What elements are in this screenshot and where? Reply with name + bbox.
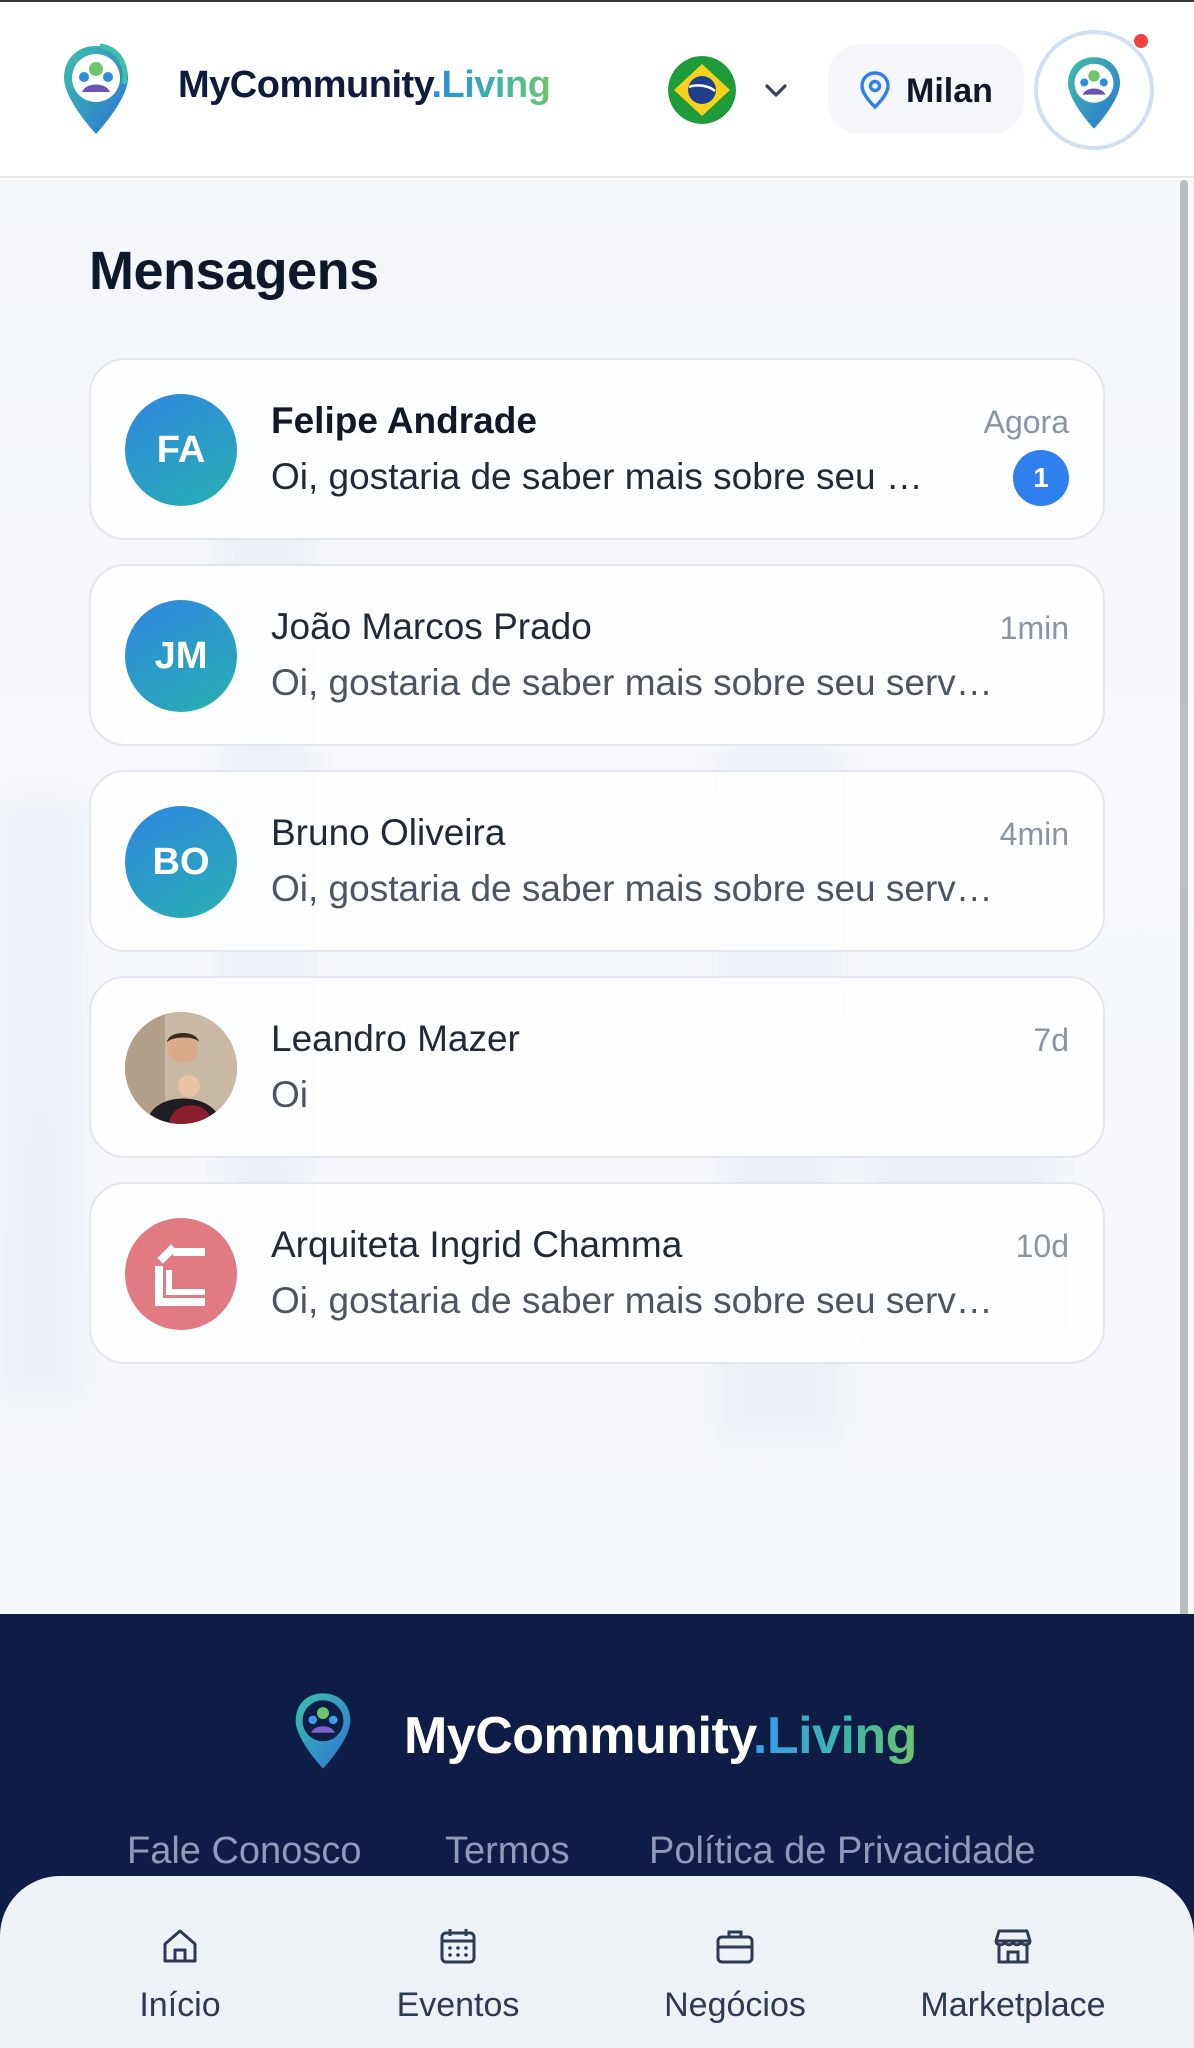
unread-badge: 1: [1013, 450, 1069, 506]
community-logo-icon[interactable]: [60, 42, 132, 138]
business-logo-icon: [155, 1244, 205, 1306]
scrollbar[interactable]: [1180, 180, 1188, 1614]
footer-brand-wordmark: MyCommunity.Living: [404, 1707, 917, 1765]
message-preview: Oi: [271, 1074, 308, 1115]
message-time: Agora: [983, 404, 1069, 440]
message-time: 1min: [999, 610, 1069, 646]
conversation-item[interactable]: Arquiteta Ingrid Chamma Oi, gostaria de …: [89, 1182, 1105, 1364]
footer-link-privacy[interactable]: Política de Privacidade: [649, 1830, 1036, 1873]
profile-logo-icon: [1068, 57, 1120, 129]
brazil-flag-icon: [668, 56, 736, 124]
notification-dot: [1132, 32, 1150, 50]
avatar: BO: [125, 806, 237, 918]
location-selector[interactable]: Milan: [828, 44, 1024, 134]
footer-logo-icon: [295, 1693, 351, 1769]
messages-page: Mensagens FA Felipe Andrade Oi, gostaria…: [0, 180, 1194, 1614]
nav-item-events[interactable]: Eventos: [338, 1876, 578, 2048]
avatar-brand-logo: [125, 1218, 237, 1330]
footer-link-contact[interactable]: Fale Conosco: [127, 1830, 361, 1873]
chevron-down-icon: [765, 84, 787, 97]
avatar-photo: [125, 1012, 237, 1124]
avatar: JM: [125, 600, 237, 712]
nav-label: Início: [139, 1986, 221, 2024]
message-time: 10d: [1015, 1228, 1069, 1264]
nav-item-marketplace[interactable]: Marketplace: [893, 1876, 1133, 2048]
message-preview: Oi, gostaria de saber mais sobre seu ser…: [271, 1280, 993, 1321]
nav-label: Eventos: [396, 1986, 520, 2024]
brand-wordmark[interactable]: MyCommunity.Living: [178, 64, 551, 107]
person-photo-icon: [125, 1012, 237, 1124]
contact-name: Arquiteta Ingrid Chamma: [271, 1224, 683, 1265]
page-title: Mensagens: [89, 241, 379, 301]
message-preview: Oi, gostaria de saber mais sobre seu ser…: [271, 662, 993, 703]
store-icon: [994, 1929, 1032, 1964]
footer-link-terms[interactable]: Termos: [445, 1830, 570, 1873]
calendar-icon: [440, 1929, 476, 1964]
message-preview: Oi, gostaria de saber mais sobre seu ser…: [271, 868, 993, 909]
contact-name: Felipe Andrade: [271, 400, 537, 441]
message-preview: Oi, gostaria de saber mais sobre seu …: [271, 456, 923, 497]
message-time: 7d: [1033, 1022, 1069, 1058]
nav-label: Marketplace: [920, 1986, 1106, 2024]
conversation-item[interactable]: Leandro Mazer Oi 7d: [89, 976, 1105, 1158]
nav-item-business[interactable]: Negócios: [615, 1876, 855, 2048]
conversation-item[interactable]: JM João Marcos Prado Oi, gostaria de sab…: [89, 564, 1105, 746]
language-selector[interactable]: [668, 54, 798, 126]
conversation-item[interactable]: FA Felipe Andrade Oi, gostaria de saber …: [89, 358, 1105, 540]
home-icon: [163, 1929, 197, 1963]
location-label: Milan: [906, 72, 993, 110]
avatar: FA: [125, 394, 237, 506]
contact-name: João Marcos Prado: [271, 606, 592, 647]
nav-item-home[interactable]: Início: [60, 1876, 300, 2048]
app-header: MyCommunity.Living Milan: [0, 2, 1194, 178]
contact-name: Bruno Oliveira: [271, 812, 506, 853]
message-time: 4min: [999, 816, 1069, 852]
conversation-item[interactable]: BO Bruno Oliveira Oi, gostaria de saber …: [89, 770, 1105, 952]
briefcase-icon: [716, 1930, 754, 1964]
location-pin-icon: [860, 71, 890, 110]
bottom-navigation: Início Eventos Negócios Marketplace: [0, 1876, 1194, 2048]
contact-name: Leandro Mazer: [271, 1018, 520, 1059]
nav-label: Negócios: [664, 1986, 806, 2024]
background-decoration: [0, 800, 80, 1400]
